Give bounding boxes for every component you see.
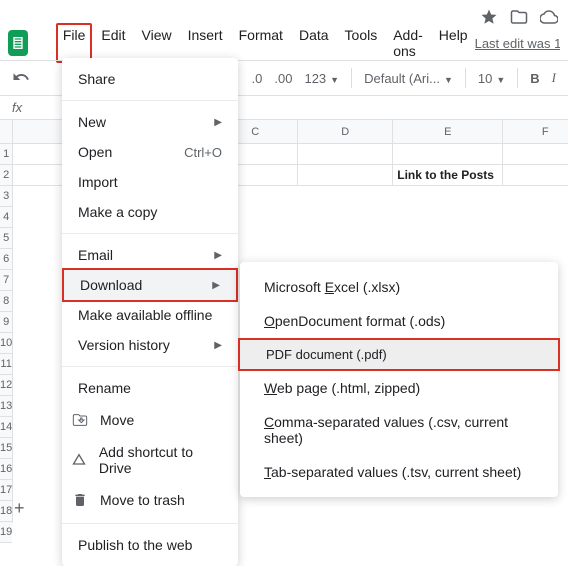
menu-rename[interactable]: Rename <box>62 373 238 403</box>
row-head[interactable]: 8 <box>0 291 12 312</box>
move-folder-icon[interactable] <box>510 8 528 29</box>
row-head[interactable]: 7 <box>0 270 12 291</box>
chevron-right-icon: ▶ <box>214 117 222 128</box>
row-head[interactable]: 5 <box>0 228 12 249</box>
row-head[interactable]: 9 <box>0 312 12 333</box>
row-head[interactable]: 19 <box>0 522 12 543</box>
star-icon[interactable] <box>480 8 498 29</box>
menu-new[interactable]: New▶ <box>62 107 238 137</box>
menu-insert[interactable]: Insert <box>181 23 230 63</box>
add-sheet-button[interactable]: + <box>14 498 25 519</box>
row-head[interactable]: 15 <box>0 438 12 459</box>
col-head[interactable]: D <box>298 120 393 143</box>
row-head[interactable]: 4 <box>0 207 12 228</box>
download-xlsx[interactable]: Microsoft Excel (.xlsx) <box>240 270 558 304</box>
menu-download[interactable]: Download▶ <box>64 270 236 300</box>
menu-open[interactable]: OpenCtrl+O <box>62 137 238 167</box>
trash-icon <box>70 490 90 510</box>
row-head[interactable]: 13 <box>0 396 12 417</box>
row-head[interactable]: 2 <box>0 165 12 186</box>
menu-publish-web[interactable]: Publish to the web <box>62 530 238 560</box>
download-pdf[interactable]: PDF document (.pdf) <box>238 338 560 371</box>
undo-icon[interactable] <box>12 68 30 89</box>
menu-edit[interactable]: Edit <box>94 23 132 63</box>
chevron-right-icon: ▶ <box>212 280 220 291</box>
cell-E2[interactable]: Link to the Posts <box>393 165 503 185</box>
menu-version-history[interactable]: Version history▶ <box>62 330 238 360</box>
menubar: File Edit View Insert Format Data Tools … <box>0 28 568 58</box>
menu-move-trash[interactable]: Move to trash <box>62 483 238 517</box>
menu-addons[interactable]: Add-ons <box>386 23 430 63</box>
chevron-right-icon: ▶ <box>214 250 222 261</box>
col-head[interactable]: F <box>503 120 568 143</box>
row-head[interactable]: 3 <box>0 186 12 207</box>
menu-import[interactable]: Import <box>62 167 238 197</box>
increase-decimal-button[interactable]: .00 <box>274 71 292 86</box>
last-edit-link[interactable]: Last edit was 13 da <box>475 36 560 51</box>
fx-label: fx <box>0 100 34 115</box>
download-ods[interactable]: OpenDocument format (.ods) <box>240 304 558 338</box>
row-head[interactable]: 1 <box>0 144 12 165</box>
menu-make-copy[interactable]: Make a copy <box>62 197 238 227</box>
download-web[interactable]: Web page (.html, zipped) <box>240 371 558 405</box>
download-csv[interactable]: Comma-separated values (.csv, current sh… <box>240 405 558 455</box>
select-all-corner[interactable] <box>0 120 12 144</box>
col-head[interactable]: E <box>393 120 503 143</box>
folder-move-icon <box>70 410 90 430</box>
cloud-icon[interactable] <box>540 8 558 29</box>
menu-email[interactable]: Email▶ <box>62 240 238 270</box>
row-head[interactable]: 12 <box>0 375 12 396</box>
bold-button[interactable]: B <box>530 71 539 86</box>
shortcut-label: Ctrl+O <box>184 145 222 160</box>
row-head[interactable]: 18 <box>0 501 12 522</box>
decrease-decimal-button[interactable]: .0 <box>252 71 263 86</box>
sheets-logo[interactable] <box>8 30 28 56</box>
row-headers: 1 2 3 4 5 6 7 8 9 10 11 12 13 14 15 16 1… <box>0 120 13 523</box>
row-head[interactable]: 16 <box>0 459 12 480</box>
menu-tools[interactable]: Tools <box>338 23 385 63</box>
chevron-right-icon: ▶ <box>214 340 222 351</box>
menu-make-offline[interactable]: Make available offline <box>62 300 238 330</box>
file-menu-dropdown: Share New▶ OpenCtrl+O Import Make a copy… <box>62 58 238 566</box>
download-submenu: Microsoft Excel (.xlsx) OpenDocument for… <box>240 262 558 497</box>
menu-format[interactable]: Format <box>232 23 290 63</box>
download-tsv[interactable]: Tab-separated values (.tsv, current shee… <box>240 455 558 489</box>
row-head[interactable]: 14 <box>0 417 12 438</box>
row-head[interactable]: 10 <box>0 333 12 354</box>
font-selector[interactable]: Default (Ari...▼ <box>364 71 453 86</box>
number-format-button[interactable]: 123▼ <box>304 71 339 86</box>
menu-help[interactable]: Help <box>432 23 475 63</box>
row-head[interactable]: 6 <box>0 249 12 270</box>
menu-share[interactable]: Share <box>62 64 238 94</box>
menu-add-shortcut[interactable]: Add shortcut to Drive <box>62 437 238 483</box>
font-size-selector[interactable]: 10▼ <box>478 71 505 86</box>
menu-view[interactable]: View <box>135 23 179 63</box>
italic-button[interactable]: I <box>552 70 556 86</box>
menu-move[interactable]: Move <box>62 403 238 437</box>
drive-shortcut-icon <box>70 450 89 470</box>
row-head[interactable]: 11 <box>0 354 12 375</box>
menu-data[interactable]: Data <box>292 23 336 63</box>
row-head[interactable]: 17 <box>0 480 12 501</box>
menu-file[interactable]: File <box>56 23 93 63</box>
